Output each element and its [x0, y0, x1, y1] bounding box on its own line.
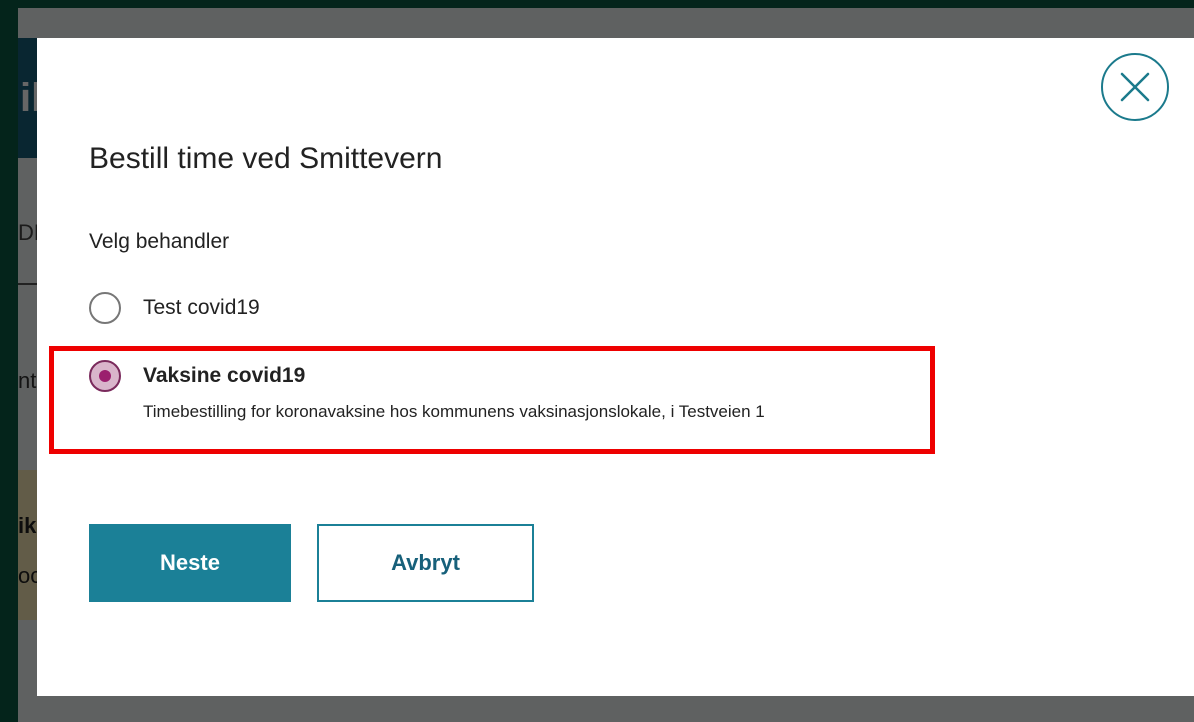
- radio-vaksine-covid19[interactable]: [89, 360, 121, 392]
- modal-title: Bestill time ved Smittevern: [89, 142, 443, 175]
- treatment-group-label: Velg behandler: [89, 230, 230, 253]
- cancel-button[interactable]: Avbryt: [317, 524, 534, 602]
- option-label: Vaksine covid19: [143, 364, 306, 387]
- radio-selected-dot: [99, 370, 111, 382]
- option-label: Test covid19: [143, 296, 260, 319]
- option-vaksine-covid19[interactable]: Vaksine covid19 Timebestilling for koron…: [89, 360, 765, 422]
- radio-test-covid19[interactable]: [89, 292, 121, 324]
- option-test-covid19[interactable]: Test covid19: [89, 292, 260, 324]
- next-button[interactable]: Neste: [89, 524, 291, 602]
- option-description: Timebestilling for koronavaksine hos kom…: [143, 402, 765, 421]
- close-button[interactable]: [1101, 53, 1169, 121]
- close-icon: [1120, 72, 1150, 102]
- booking-modal: Bestill time ved Smittevern Velg behandl…: [37, 38, 1194, 696]
